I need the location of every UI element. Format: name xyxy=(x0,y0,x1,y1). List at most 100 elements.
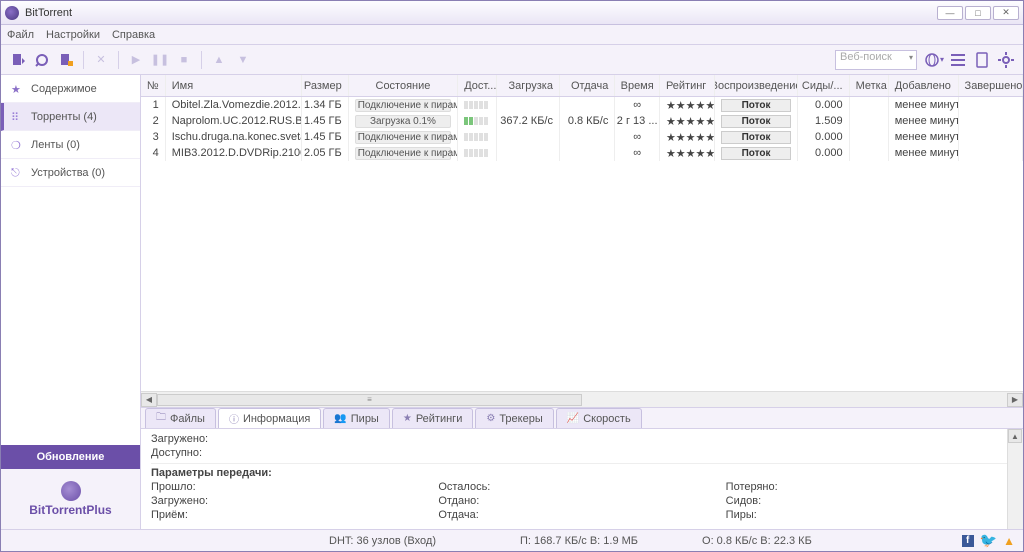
titlebar: BitTorrent — □ ✕ xyxy=(1,1,1023,25)
maximize-button[interactable]: □ xyxy=(965,6,991,20)
stop-icon[interactable]: ■ xyxy=(173,49,195,71)
torrent-grid: № Имя Размер Состояние Дост... Загрузка … xyxy=(141,75,1023,407)
detail-tabs: 🗀Файлы ⓘИнформация 👥Пиры ★Рейтинги ⚙Трек… xyxy=(141,407,1023,429)
statusbar: DHT: 36 узлов (Вход) П: 168.7 КБ/с В: 1.… xyxy=(1,529,1023,551)
status-dht: DHT: 36 узлов (Вход) xyxy=(329,535,436,547)
sidebar-label: Торренты (4) xyxy=(31,111,97,123)
col-play[interactable]: Воспроизведение xyxy=(715,75,797,96)
elapsed-label: Прошло: xyxy=(151,481,231,493)
col-size[interactable]: Размер xyxy=(302,75,348,96)
col-download[interactable]: Загрузка xyxy=(497,75,560,96)
table-row[interactable]: 3Ischu.druga.na.konec.sveta.2012.D...1.4… xyxy=(141,129,1023,145)
col-added[interactable]: Добавлено xyxy=(889,75,959,96)
sidebar-label: Содержимое xyxy=(31,83,97,95)
stream-button[interactable]: Поток xyxy=(721,131,790,144)
list-view-icon[interactable] xyxy=(947,49,969,71)
tab-peers[interactable]: 👥Пиры xyxy=(323,408,390,428)
sidebar-item-feeds[interactable]: ❍ Ленты (0) xyxy=(1,131,140,159)
col-avail[interactable]: Дост... xyxy=(458,75,497,96)
table-row[interactable]: 4MIB3.2012.D.DVDRip.2100MB.avi2.05 ГБПод… xyxy=(141,145,1023,161)
scroll-thumb[interactable]: ≡ xyxy=(157,394,582,406)
window-controls: — □ ✕ xyxy=(937,6,1019,20)
col-name[interactable]: Имя xyxy=(166,75,303,96)
sidebar-label: Ленты (0) xyxy=(31,139,80,151)
transfer-section: Параметры передачи: xyxy=(151,463,1013,479)
menubar: Файл Настройки Справка xyxy=(1,25,1023,45)
move-down-icon[interactable]: ▼ xyxy=(232,49,254,71)
horizontal-scrollbar[interactable]: ◀ ≡ ▶ xyxy=(141,391,1023,407)
star-tab-icon: ★ xyxy=(403,413,412,424)
col-done[interactable]: Завершено xyxy=(959,75,1023,96)
trackers-icon: ⚙ xyxy=(486,413,495,424)
create-torrent-icon[interactable] xyxy=(55,49,77,71)
grid-header: № Имя Размер Состояние Дост... Загрузка … xyxy=(141,75,1023,97)
col-rating[interactable]: Рейтинг xyxy=(660,75,715,96)
status-io: О: 0.8 КБ/с В: 22.3 КБ xyxy=(702,535,812,547)
remove-icon[interactable]: ✕ xyxy=(90,49,112,71)
device-sidebar-icon: ⎋ xyxy=(11,167,23,179)
col-status[interactable]: Состояние xyxy=(349,75,459,96)
speed-icon: 📈 xyxy=(567,413,579,424)
detail-panel: Загружено: Доступно: Параметры передачи:… xyxy=(141,429,1023,529)
add-torrent-file-icon[interactable] xyxy=(7,49,29,71)
minimize-button[interactable]: — xyxy=(937,6,963,20)
downloaded-label: Загружено: xyxy=(151,433,231,445)
table-row[interactable]: 1Obitel.Zla.Vomezdie.2012.CamRip...1.34 … xyxy=(141,97,1023,113)
plus-logo-icon xyxy=(61,481,81,501)
stream-button[interactable]: Поток xyxy=(721,147,790,160)
close-button[interactable]: ✕ xyxy=(993,6,1019,20)
detail-scrollbar[interactable]: ▲ xyxy=(1007,429,1023,529)
table-row[interactable]: 2Naprolom.UC.2012.RUS.BDRip.Xvi...1.45 Г… xyxy=(141,113,1023,129)
facebook-icon[interactable]: f xyxy=(962,535,974,547)
move-up-icon[interactable]: ▲ xyxy=(208,49,230,71)
stream-button[interactable]: Поток xyxy=(721,115,790,128)
toolbar: ✕ ▶ ❚❚ ■ ▲ ▼ Веб-поиск ▾ xyxy=(1,45,1023,75)
add-torrent-url-icon[interactable] xyxy=(31,49,53,71)
rss-icon: ❍ xyxy=(11,139,23,151)
settings-gear-icon[interactable] xyxy=(995,49,1017,71)
scroll-up-icon[interactable]: ▲ xyxy=(1008,429,1022,443)
sidebar-item-devices[interactable]: ⎋ Устройства (0) xyxy=(1,159,140,187)
star-icon: ★ xyxy=(11,83,23,95)
sidebar-item-content[interactable]: ★ Содержимое xyxy=(1,75,140,103)
peers-icon: 👥 xyxy=(334,413,346,424)
menu-settings[interactable]: Настройки xyxy=(46,29,100,41)
recv-label: Приём: xyxy=(151,509,231,521)
tab-info[interactable]: ⓘИнформация xyxy=(218,408,321,428)
warning-icon[interactable]: ▲ xyxy=(1003,534,1015,548)
app-icon xyxy=(5,6,19,20)
torrents-icon: ⠿ xyxy=(11,111,23,123)
remaining-label: Осталось: xyxy=(438,481,518,493)
remote-icon[interactable]: ▾ xyxy=(923,49,945,71)
tab-files[interactable]: 🗀Файлы xyxy=(145,408,216,428)
window-title: BitTorrent xyxy=(25,7,72,19)
col-upload[interactable]: Отдача xyxy=(560,75,615,96)
tab-ratings[interactable]: ★Рейтинги xyxy=(392,408,474,428)
start-icon[interactable]: ▶ xyxy=(125,49,147,71)
pause-icon[interactable]: ❚❚ xyxy=(149,49,171,71)
sidebar: ★ Содержимое ⠿ Торренты (4) ❍ Ленты (0) … xyxy=(1,75,141,529)
menu-file[interactable]: Файл xyxy=(7,29,34,41)
given-label: Отдано: xyxy=(438,495,518,507)
web-search-input[interactable]: Веб-поиск xyxy=(835,50,917,70)
sidebar-item-torrents[interactable]: ⠿ Торренты (4) xyxy=(1,103,140,131)
twitter-icon[interactable]: 🐦 xyxy=(980,532,997,549)
tab-speed[interactable]: 📈Скорость xyxy=(556,408,642,428)
plus-logo[interactable]: BitTorrentPlus xyxy=(1,469,140,529)
menu-help[interactable]: Справка xyxy=(112,29,155,41)
seeds-label: Сидов: xyxy=(726,495,806,507)
plus-logo-text: BitTorrentPlus xyxy=(29,503,111,517)
folder-icon: 🗀 xyxy=(156,410,166,427)
available-label: Доступно: xyxy=(151,447,231,459)
col-time[interactable]: Время xyxy=(615,75,660,96)
device-icon[interactable] xyxy=(971,49,993,71)
scroll-right-icon[interactable]: ▶ xyxy=(1007,393,1023,407)
col-label[interactable]: Метка xyxy=(850,75,889,96)
col-num[interactable]: № xyxy=(141,75,166,96)
upload-label: Отдача: xyxy=(438,509,518,521)
tab-trackers[interactable]: ⚙Трекеры xyxy=(475,408,553,428)
scroll-left-icon[interactable]: ◀ xyxy=(141,393,157,407)
stream-button[interactable]: Поток xyxy=(721,99,790,112)
col-seeds[interactable]: Сиды/... xyxy=(798,75,850,96)
update-button[interactable]: Обновление xyxy=(1,445,140,469)
